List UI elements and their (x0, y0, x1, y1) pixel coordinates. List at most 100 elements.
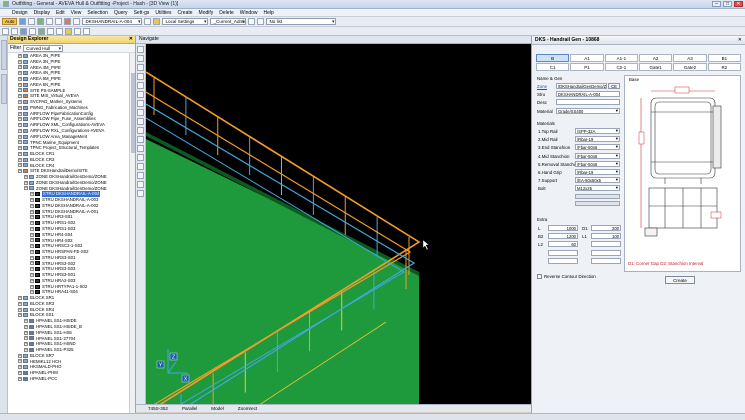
expand-icon[interactable]: + (18, 307, 22, 312)
expand-icon[interactable]: + (24, 330, 28, 335)
back-icon[interactable] (2, 27, 9, 35)
filter-icon[interactable] (257, 18, 265, 25)
create-button[interactable]: Create (665, 276, 695, 284)
expand-icon[interactable]: + (18, 296, 22, 301)
reset-view-icon[interactable] (137, 190, 144, 197)
dimension-field[interactable] (548, 249, 578, 256)
settings-combo[interactable]: Local Settings (162, 18, 209, 25)
dimension-field[interactable]: 1200 (548, 233, 578, 240)
expand-icon[interactable]: + (24, 347, 28, 352)
projection-mode[interactable]: Parallel (182, 406, 197, 411)
view-mode[interactable]: Model (211, 406, 224, 411)
expand-icon[interactable]: + (18, 111, 22, 116)
explorer-scrollbar[interactable] (129, 53, 135, 413)
save-icon[interactable] (37, 18, 45, 25)
delete-icon[interactable] (64, 18, 72, 25)
expand-icon[interactable]: + (30, 278, 34, 283)
new-icon[interactable] (19, 18, 27, 25)
zoom-tool-icon[interactable] (137, 73, 144, 80)
shape-tab[interactable]: C1 (536, 63, 570, 71)
nav-up-icon[interactable] (144, 18, 152, 25)
expand-icon[interactable]: + (18, 82, 22, 87)
expand-icon[interactable]: + (18, 313, 22, 318)
select-tool-icon[interactable] (137, 46, 144, 53)
view-icon[interactable] (38, 27, 45, 35)
expand-icon[interactable]: + (30, 261, 34, 266)
close-button[interactable]: ✕ (734, 1, 743, 7)
snap-icon[interactable] (137, 154, 144, 161)
scroll-thumb[interactable] (131, 73, 135, 153)
expand-icon[interactable]: + (30, 238, 34, 243)
expand-icon[interactable]: + (24, 336, 28, 341)
menu-item[interactable]: Delete (219, 10, 233, 16)
material-row-combo[interactable]: /Fbar-50x6 (575, 160, 620, 167)
menu-item[interactable]: Display (34, 10, 50, 16)
expand-icon[interactable]: + (18, 365, 22, 370)
shade-toggle-icon[interactable] (137, 127, 144, 134)
expand-icon[interactable]: + (30, 284, 34, 289)
pan-tool-icon[interactable] (137, 64, 144, 71)
expand-icon[interactable]: + (30, 209, 34, 214)
dimension-field[interactable] (548, 257, 578, 264)
shape-tab[interactable]: C2-1 (604, 63, 638, 71)
expand-icon[interactable]: + (24, 174, 28, 179)
dimension-field[interactable] (591, 241, 621, 248)
expand-icon[interactable]: + (30, 226, 34, 231)
material-row-combo[interactable]: /Rbar-19 (575, 169, 620, 175)
expand-icon[interactable]: + (18, 370, 22, 375)
menu-item[interactable]: Help (264, 10, 274, 16)
shape-tab[interactable]: R2 (707, 63, 741, 71)
expand-icon[interactable]: + (18, 128, 22, 133)
reverse-direction-checkbox[interactable] (537, 274, 542, 279)
expand-icon[interactable]: + (18, 301, 22, 306)
stru-field[interactable]: DKSHANDRAIL-A-004 (556, 91, 620, 97)
menu-item[interactable]: Create (178, 10, 193, 16)
material-row-combo[interactable]: /EA-50x50x5 (575, 177, 620, 184)
expand-icon[interactable]: + (18, 105, 22, 110)
settings-icon[interactable] (153, 18, 161, 25)
expand-icon[interactable]: + (24, 180, 28, 185)
expand-icon[interactable]: + (30, 255, 34, 260)
expand-icon[interactable]: + (30, 272, 34, 277)
expand-icon[interactable]: + (18, 53, 22, 58)
tree-item[interactable]: + HPANEL-PCC (8, 376, 129, 382)
expand-icon[interactable]: + (18, 157, 22, 162)
expand-icon[interactable]: + (30, 290, 34, 295)
material-row-combo[interactable]: /SPP-32A (575, 128, 620, 134)
query-icon[interactable] (83, 27, 90, 35)
desc-field[interactable] (556, 99, 620, 105)
section-tool-icon[interactable] (137, 118, 144, 125)
expand-icon[interactable]: + (18, 59, 22, 64)
material-row-combo[interactable]: /Fbar-50x6 (575, 144, 620, 151)
shape-tab[interactable]: A1-1 (604, 54, 638, 62)
expand-icon[interactable]: + (18, 100, 22, 104)
list-icon[interactable] (248, 18, 256, 25)
dimension-field[interactable]: 100 (591, 233, 621, 240)
expand-icon[interactable]: + (18, 88, 22, 93)
expand-icon[interactable]: + (30, 192, 34, 197)
expand-icon[interactable]: + (18, 76, 22, 81)
shape-tab[interactable]: A2 (638, 54, 673, 62)
dimension-field[interactable] (591, 249, 621, 256)
iso-view-icon[interactable] (137, 100, 144, 107)
expand-icon[interactable]: + (18, 94, 22, 99)
expand-icon[interactable]: + (18, 169, 22, 174)
expand-icon[interactable]: + (18, 151, 22, 156)
plan-view-icon[interactable] (137, 109, 144, 116)
panel-close-icon[interactable]: ✕ (738, 36, 742, 44)
menu-item[interactable]: Design (12, 10, 28, 16)
shape-tab[interactable]: B1 (707, 54, 741, 62)
shape-tab[interactable]: Gate1 (638, 63, 673, 71)
fit-view-icon[interactable] (137, 91, 144, 98)
open-icon[interactable] (28, 18, 36, 25)
markup-icon[interactable] (137, 172, 144, 179)
expand-icon[interactable]: + (30, 249, 34, 254)
refresh-icon[interactable] (20, 27, 27, 35)
measure-icon[interactable] (65, 27, 72, 35)
dimension-field[interactable]: 1000 (548, 225, 578, 231)
walk-tool-icon[interactable] (137, 82, 144, 89)
expand-icon[interactable]: + (18, 163, 22, 168)
zoom-mode[interactable]: Zoomrect (238, 406, 257, 411)
expand-icon[interactable]: + (30, 221, 34, 226)
list-combo[interactable]: No list (266, 18, 337, 25)
